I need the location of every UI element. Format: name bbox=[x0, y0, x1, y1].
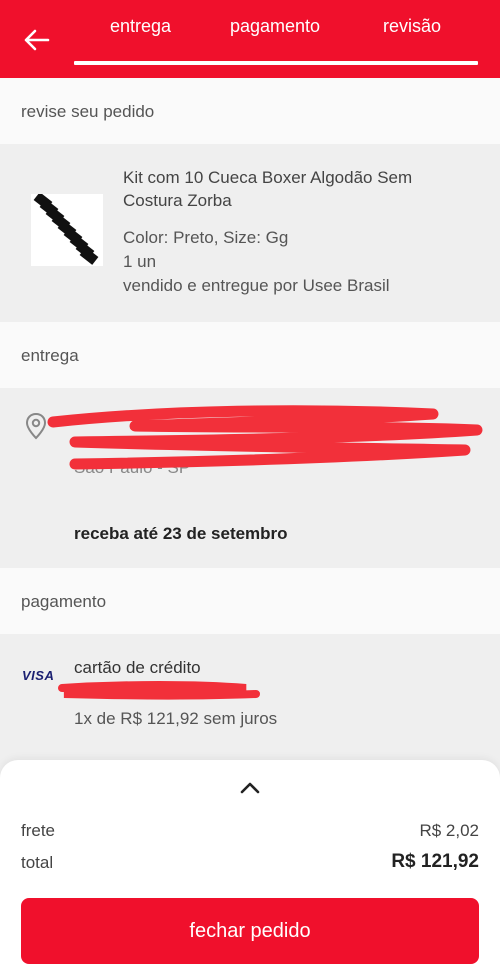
tab-revisao[interactable]: revisão bbox=[383, 16, 441, 37]
total-value: R$ 121,92 bbox=[391, 851, 479, 872]
payment-section-title: pagamento bbox=[21, 592, 107, 611]
product-card[interactable]: Kit com 10 Cueca Boxer Algodão Sem Costu… bbox=[0, 144, 500, 322]
delivery-estimate: receba até 23 de setembro bbox=[74, 524, 288, 543]
total-label: total bbox=[21, 853, 54, 872]
payment-card[interactable]: VISA cartão de crédito 1x de R$ 121,92 s… bbox=[0, 634, 500, 760]
step-progress-bar bbox=[74, 61, 478, 65]
product-variant: Color: Preto, Size: Gg bbox=[123, 228, 289, 247]
product-title: Kit com 10 Cueca Boxer Algodão Sem Costu… bbox=[123, 168, 413, 210]
place-order-button[interactable]: fechar pedido bbox=[21, 898, 479, 964]
product-seller: vendido e entregue por Usee Brasil bbox=[123, 276, 390, 295]
visa-logo-icon: VISA bbox=[22, 668, 55, 683]
tab-pagamento[interactable]: pagamento bbox=[230, 16, 320, 37]
shipping-label: frete bbox=[21, 821, 56, 840]
chevron-up-icon[interactable] bbox=[236, 778, 264, 798]
tab-entrega[interactable]: entrega bbox=[110, 16, 171, 37]
review-section-title: revise seu pedido bbox=[21, 102, 155, 121]
payment-section-header: pagamento bbox=[0, 568, 500, 634]
back-arrow-icon[interactable] bbox=[18, 22, 54, 58]
address-redaction bbox=[47, 405, 483, 470]
shipping-value: R$ 2,02 bbox=[419, 821, 479, 840]
installments-text: 1x de R$ 121,92 sem juros bbox=[74, 709, 278, 728]
delivery-section-title: entrega bbox=[21, 346, 79, 365]
delivery-card[interactable]: São Paulo - SP receba até 23 de setembro bbox=[0, 388, 500, 568]
card-number-redaction bbox=[58, 681, 260, 700]
delivery-section-header: entrega bbox=[0, 322, 500, 388]
order-summary-sheet: frete R$ 2,02 total R$ 121,92 fechar ped… bbox=[0, 760, 500, 976]
review-section-header: revise seu pedido bbox=[0, 78, 500, 144]
product-quantity: 1 un bbox=[123, 252, 157, 271]
product-image bbox=[31, 192, 103, 266]
payment-method: cartão de crédito bbox=[74, 658, 201, 677]
checkout-header: entrega pagamento revisão bbox=[0, 0, 500, 78]
